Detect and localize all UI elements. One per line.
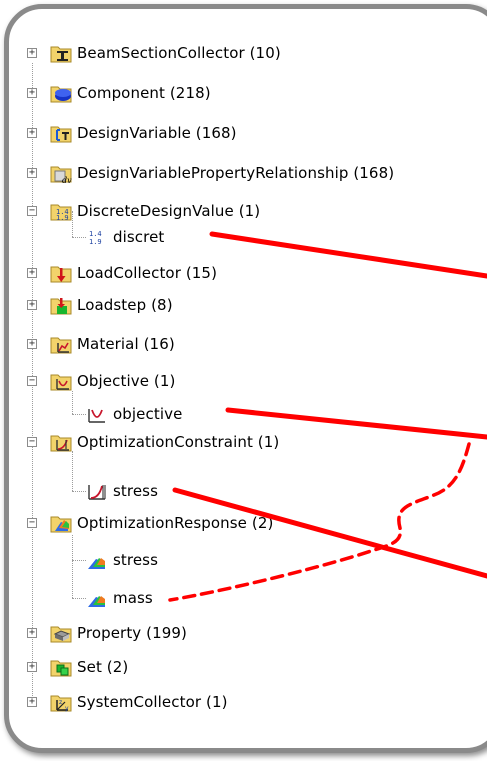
expand-toggle[interactable]: + xyxy=(27,339,37,349)
system-collector-icon: zy xyxy=(50,691,72,713)
tree-item-label: mass xyxy=(113,589,153,607)
tree-item-property[interactable]: Property (199) xyxy=(50,618,187,648)
tree-item-response-stress[interactable]: stress xyxy=(86,545,158,575)
tree-guide-h xyxy=(72,491,86,492)
model-browser-tree: + BeamSectionCollector (10) + Component … xyxy=(0,0,487,761)
tree-guide-h xyxy=(72,598,86,599)
tree-item-constraint-folder[interactable]: OptimizationConstraint (1) xyxy=(50,427,279,457)
tree-guide-response xyxy=(72,535,73,598)
tree-item-label: DesignVariablePropertyRelationship (168) xyxy=(77,164,395,182)
tree-item-response-mass[interactable]: mass xyxy=(86,583,153,613)
tree-item-discret[interactable]: 1.4 1.9 discret xyxy=(86,222,164,252)
constraint-folder-icon xyxy=(50,431,72,453)
expand-toggle[interactable]: + xyxy=(27,88,37,98)
loadstep-icon xyxy=(50,294,72,316)
tree-item-constraint-stress[interactable]: stress xyxy=(86,476,158,506)
response-folder-icon xyxy=(50,512,72,534)
tree-item-material[interactable]: Material (16) xyxy=(50,329,175,359)
load-collector-icon xyxy=(50,262,72,284)
collapse-toggle[interactable]: − xyxy=(27,206,37,216)
tree-item-label: BeamSectionCollector (10) xyxy=(77,44,281,62)
expand-toggle[interactable]: + xyxy=(27,48,37,58)
tree-guide-h xyxy=(72,237,86,238)
tree-guide-constraint xyxy=(72,451,73,491)
dv-property-relationship-icon: dv xyxy=(50,162,72,184)
tree-item-component[interactable]: Component (218) xyxy=(50,78,211,108)
response-icon xyxy=(86,549,108,571)
tree-guide-h xyxy=(72,560,86,561)
tree-item-label: stress xyxy=(113,551,158,569)
objective-folder-icon xyxy=(50,370,72,392)
design-variable-icon xyxy=(50,122,72,144)
tree-item-label: Material (16) xyxy=(77,335,175,353)
tree-item-label: Property (199) xyxy=(77,624,187,642)
svg-text:1.4: 1.4 xyxy=(89,230,102,238)
discrete-value-icon: 1.4 1.9 xyxy=(86,226,108,248)
set-icon xyxy=(50,656,72,678)
collapse-toggle[interactable]: − xyxy=(27,437,37,447)
collapse-toggle[interactable]: − xyxy=(27,376,37,386)
beam-section-icon xyxy=(50,42,72,64)
expand-toggle[interactable]: + xyxy=(27,128,37,138)
tree-item-loadstep[interactable]: Loadstep (8) xyxy=(50,290,173,320)
tree-item-objective-folder[interactable]: Objective (1) xyxy=(50,366,175,396)
tree-item-beam-section-collector[interactable]: BeamSectionCollector (10) xyxy=(50,38,281,68)
expand-toggle[interactable]: + xyxy=(27,268,37,278)
property-icon xyxy=(50,622,72,644)
discrete-design-value-icon: 1.4 1.9 xyxy=(50,200,72,222)
tree-item-objective[interactable]: objective xyxy=(86,399,182,429)
tree-item-load-collector[interactable]: LoadCollector (15) xyxy=(50,258,217,288)
tree-item-label: OptimizationConstraint (1) xyxy=(77,433,280,451)
expand-toggle[interactable]: + xyxy=(27,300,37,310)
tree-item-label: Component (218) xyxy=(77,84,211,102)
tree-guide-h xyxy=(72,414,86,415)
collapse-toggle[interactable]: − xyxy=(27,518,37,528)
tree-item-label: stress xyxy=(113,482,158,500)
tree-item-label: Objective (1) xyxy=(77,372,176,390)
tree-item-design-variable[interactable]: DesignVariable (168) xyxy=(50,118,237,148)
tree-item-label: DesignVariable (168) xyxy=(77,124,237,142)
tree-item-label: objective xyxy=(113,405,183,423)
tree-item-response-folder[interactable]: OptimizationResponse (2) xyxy=(50,508,273,538)
tree-item-system-collector[interactable]: zy SystemCollector (1) xyxy=(50,687,228,717)
tree-item-label: Loadstep (8) xyxy=(77,296,173,314)
component-icon xyxy=(50,82,72,104)
tree-item-set[interactable]: Set (2) xyxy=(50,652,128,682)
objective-icon xyxy=(86,403,108,425)
svg-text:z: z xyxy=(59,699,62,706)
material-icon xyxy=(50,333,72,355)
response-icon xyxy=(86,587,108,609)
tree-item-dv-property-relationship[interactable]: dv DesignVariablePropertyRelationship (1… xyxy=(50,158,394,188)
tree-item-label: OptimizationResponse (2) xyxy=(77,514,274,532)
tree-item-label: SystemCollector (1) xyxy=(77,693,228,711)
expand-toggle[interactable]: + xyxy=(27,168,37,178)
expand-toggle[interactable]: + xyxy=(27,697,37,707)
constraint-icon xyxy=(86,480,108,502)
expand-toggle[interactable]: + xyxy=(27,662,37,672)
tree-item-label: DiscreteDesignValue (1) xyxy=(77,202,261,220)
tree-item-label: LoadCollector (15) xyxy=(77,264,218,282)
tree-item-label: Set (2) xyxy=(77,658,129,676)
tree-item-label: discret xyxy=(113,228,165,246)
expand-toggle[interactable]: + xyxy=(27,628,37,638)
svg-text:1.9: 1.9 xyxy=(89,238,102,246)
svg-text:y: y xyxy=(65,705,69,712)
svg-text:dv: dv xyxy=(62,176,72,184)
svg-text:1.9: 1.9 xyxy=(56,214,69,222)
